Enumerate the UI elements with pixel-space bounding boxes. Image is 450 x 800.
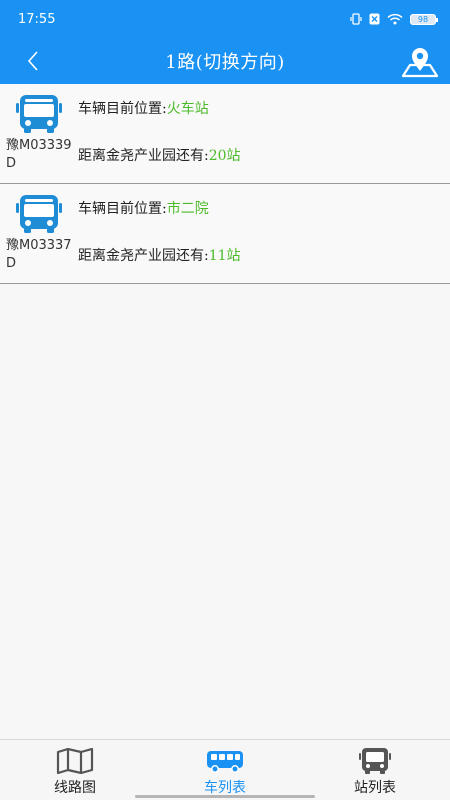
tab-route-map[interactable]: 线路图 bbox=[0, 740, 150, 800]
position-label: 车辆目前位置: bbox=[78, 101, 167, 117]
distance-value: 20站 bbox=[208, 148, 241, 164]
distance-value: 11站 bbox=[208, 248, 241, 264]
back-button[interactable] bbox=[18, 46, 48, 76]
distance-label: 距离金尧产业园还有: bbox=[78, 148, 209, 164]
tab-bus-list[interactable]: 车列表 bbox=[150, 740, 300, 800]
nav-bar: 1路(切换方向) bbox=[0, 38, 450, 84]
bus-list-item[interactable]: 豫M03339D 车辆目前位置:火车站 距离金尧产业园还有:20站 bbox=[0, 84, 450, 184]
bus-list: 豫M03339D 车辆目前位置:火车站 距离金尧产业园还有:20站 豫M0333… bbox=[0, 84, 450, 284]
vibrate-icon bbox=[350, 13, 362, 25]
position-value: 市二院 bbox=[166, 201, 209, 217]
map-pin-icon bbox=[401, 48, 439, 78]
tab-label: 站列表 bbox=[354, 780, 396, 796]
wifi-icon bbox=[387, 13, 403, 25]
page-title[interactable]: 1路(切换方向) bbox=[165, 48, 285, 74]
position-value: 火车站 bbox=[166, 101, 209, 117]
position-label: 车辆目前位置: bbox=[78, 201, 167, 217]
route-map-button[interactable] bbox=[400, 42, 440, 80]
plate-number: 豫M03337D bbox=[6, 238, 72, 271]
status-bar: 17:55 98 bbox=[0, 0, 450, 38]
bus-position: 车辆目前位置:市二院 bbox=[78, 198, 209, 218]
distance-label: 距离金尧产业园还有: bbox=[78, 248, 209, 264]
battery-icon: 98 bbox=[410, 13, 438, 25]
map-icon bbox=[55, 748, 95, 774]
home-indicator[interactable] bbox=[135, 795, 315, 798]
tab-label: 线路图 bbox=[54, 780, 96, 796]
bus-side-icon bbox=[205, 748, 245, 774]
chevron-left-icon bbox=[27, 51, 38, 71]
bottom-tab-bar: 线路图 车列表 站列表 bbox=[0, 739, 450, 800]
bus-distance: 距离金尧产业园还有:20站 bbox=[78, 145, 241, 165]
tab-station-list[interactable]: 站列表 bbox=[300, 740, 450, 800]
bus-distance: 距离金尧产业园还有:11站 bbox=[78, 245, 241, 265]
bus-icon bbox=[16, 95, 62, 133]
plate-number: 豫M03339D bbox=[6, 138, 72, 171]
bus-list-item[interactable]: 豫M03337D 车辆目前位置:市二院 距离金尧产业园还有:11站 bbox=[0, 184, 450, 284]
bus-position: 车辆目前位置:火车站 bbox=[78, 98, 209, 118]
status-icons: 98 bbox=[350, 13, 438, 25]
bus-icon bbox=[16, 195, 62, 233]
no-sim-icon bbox=[369, 13, 380, 25]
tab-label: 车列表 bbox=[204, 780, 246, 796]
bus-front-icon bbox=[355, 748, 395, 774]
status-time: 17:55 bbox=[18, 11, 56, 27]
